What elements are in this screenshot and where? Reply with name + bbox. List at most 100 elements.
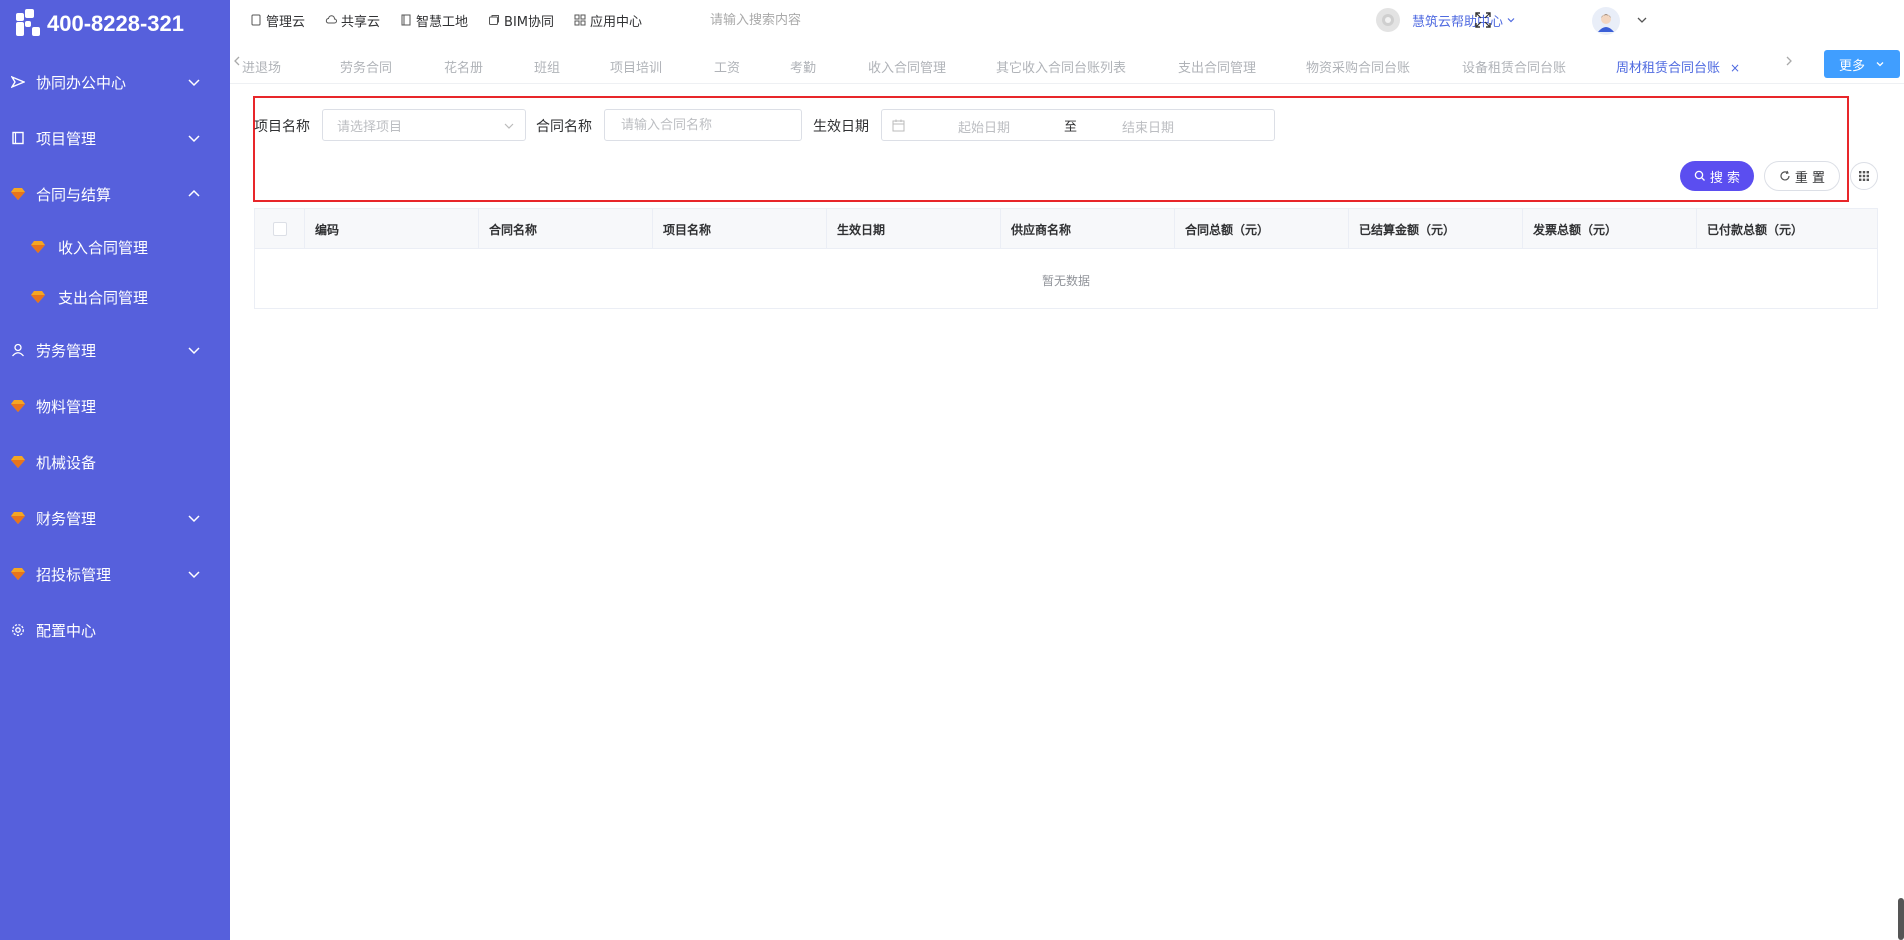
tab-material-purchase-ledger[interactable]: 物资采购合同台账 [1306, 57, 1410, 76]
more-tabs-label: 更多 [1838, 58, 1865, 74]
tab-income-contract[interactable]: 收入合同管理 [868, 57, 946, 76]
sidebar-subitem-label: 收入合同管理 [58, 238, 149, 257]
tab-expense-contract[interactable]: 支出合同管理 [1178, 57, 1256, 76]
tab-other-income-ledger[interactable]: 其它收入合同台账列表 [996, 57, 1126, 76]
sidebar-item-material-mgmt[interactable]: 物料管理 [0, 378, 230, 434]
search-icon [1694, 170, 1705, 181]
search-button[interactable]: 搜 索 [1680, 161, 1754, 191]
sidebar-item-contract-settlement[interactable]: 合同与结算 [0, 166, 230, 222]
column-header-code[interactable]: 编码 [305, 209, 479, 249]
sidebar-item-machinery[interactable]: 机械设备 [0, 434, 230, 490]
user-avatar[interactable] [1592, 7, 1620, 35]
book-icon [10, 130, 26, 146]
top-nav-app-center[interactable]: 应用中心 [574, 11, 642, 30]
sidebar-item-labor-mgmt[interactable]: 劳务管理 [0, 322, 230, 378]
more-tabs-button[interactable]: 更多 [1824, 50, 1900, 78]
tab-salary[interactable]: 工资 [714, 57, 740, 76]
top-nav-label: 应用中心 [590, 14, 643, 30]
gem-icon [30, 239, 46, 255]
date-separator: 至 [1064, 120, 1078, 135]
doc-icon [251, 14, 261, 26]
select-all-checkbox[interactable] [272, 222, 287, 236]
sidebar-item-config-center[interactable]: 配置中心 [0, 602, 230, 658]
sidebar-item-label: 劳务管理 [36, 341, 97, 360]
sidebar-subitem-expense-contract[interactable]: 支出合同管理 [0, 272, 230, 322]
effective-date-range[interactable]: 起始日期 至 结束日期 [881, 109, 1275, 141]
date-end-input[interactable]: 结束日期 [1122, 117, 1174, 136]
tab-entry-exit[interactable]: 进退场 [242, 57, 281, 76]
column-header-supplier-name[interactable]: 供应商名称 [1001, 209, 1175, 249]
column-header-contract-name[interactable]: 合同名称 [479, 209, 653, 249]
tab-roster[interactable]: 花名册 [444, 57, 483, 76]
top-nav-smart-site[interactable]: 智慧工地 [400, 11, 468, 30]
close-icon[interactable]: × [1730, 61, 1740, 75]
chevron-down-icon [1876, 62, 1884, 67]
gem-icon [10, 566, 26, 582]
sidebar-item-label: 配置中心 [36, 621, 97, 640]
sidebar-menu: 协同办公中心 项目管理 合同与结算 收入合同管理 支出合同管理 劳务管理 物料管… [0, 54, 230, 658]
global-search-input[interactable] [708, 6, 1009, 34]
chevron-down-icon[interactable] [1636, 14, 1648, 26]
chevron-down-icon [188, 515, 200, 523]
top-nav-shared-cloud[interactable]: 共享云 [325, 11, 380, 30]
column-header-project-name[interactable]: 项目名称 [653, 209, 827, 249]
sidebar-item-collab-office[interactable]: 协同办公中心 [0, 54, 230, 110]
gem-icon [10, 398, 26, 414]
logo[interactable]: 400-8228-321 [0, 0, 230, 48]
sidebar-item-finance-mgmt[interactable]: 财务管理 [0, 490, 230, 546]
tab-team[interactable]: 班组 [534, 57, 560, 76]
chevron-down-icon [188, 347, 200, 355]
contract-name-field[interactable] [604, 109, 802, 141]
column-header-effective-date[interactable]: 生效日期 [827, 209, 1001, 249]
tab-attendance[interactable]: 考勤 [790, 57, 816, 76]
project-name-label: 项目名称 [254, 119, 310, 135]
contract-name-input[interactable] [619, 116, 801, 134]
tab-equipment-lease-ledger[interactable]: 设备租赁合同台账 [1462, 57, 1566, 76]
column-header-settled-amount[interactable]: 已结算金额（元） [1349, 209, 1523, 249]
logo-text: 400-8228-321 [47, 11, 185, 36]
top-nav-management-cloud[interactable]: 管理云 [250, 11, 305, 30]
sidebar-item-label: 机械设备 [36, 453, 97, 472]
send-icon [10, 74, 26, 90]
sidebar-item-project-mgmt[interactable]: 项目管理 [0, 110, 230, 166]
column-settings-button[interactable] [1850, 162, 1878, 190]
top-nav-label: 智慧工地 [416, 14, 469, 30]
gem-icon [10, 186, 26, 202]
gem-icon [10, 454, 26, 470]
tab-turnover-material-lease-ledger[interactable]: 周材租赁合同台账 × [1616, 57, 1740, 76]
top-nav-label: 管理云 [266, 14, 306, 30]
chevron-right-icon[interactable] [1782, 54, 1796, 68]
tab-labor-contract[interactable]: 劳务合同 [340, 57, 392, 76]
sidebar-item-label: 物料管理 [36, 397, 97, 416]
chevron-down-icon [1507, 18, 1515, 23]
page-scrollbar[interactable] [1898, 898, 1904, 940]
top-nav-label: 共享云 [341, 14, 381, 30]
reset-button[interactable]: 重 置 [1764, 161, 1840, 191]
cloud-icon [325, 15, 337, 24]
grid-icon [1859, 171, 1869, 181]
search-button-label: 搜 索 [1709, 170, 1741, 186]
column-header-contract-total[interactable]: 合同总额（元） [1175, 209, 1349, 249]
tab-bar: 进退场 劳务合同 花名册 班组 项目培训 工资 考勤 收入合同管理 其它收入合同… [230, 48, 1904, 84]
project-select-placeholder: 请选择项目 [337, 119, 403, 135]
sidebar: 400-8228-321 协同办公中心 项目管理 合同与结算 收入合同管理 支出… [0, 0, 230, 940]
chevron-down-icon [188, 79, 200, 87]
top-nav-label: BIM协同 [504, 14, 555, 30]
gear-icon [10, 622, 26, 638]
date-start-input[interactable]: 起始日期 [958, 117, 1010, 136]
column-header-paid-total[interactable]: 已付款总额（元） [1697, 209, 1877, 249]
cube-icon [489, 15, 500, 25]
chevron-down-icon [504, 123, 514, 129]
tab-project-training[interactable]: 项目培训 [610, 57, 662, 76]
table-empty-text: 暂无数据 [1041, 274, 1090, 288]
project-select[interactable]: 请选择项目 [322, 109, 526, 141]
chevron-down-icon [188, 571, 200, 579]
top-nav-bim[interactable]: BIM协同 [488, 11, 554, 30]
sidebar-item-bidding-mgmt[interactable]: 招投标管理 [0, 546, 230, 602]
column-header-invoice-total[interactable]: 发票总额（元） [1523, 209, 1697, 249]
contract-table: 编码 合同名称 项目名称 生效日期 供应商名称 合同总额（元） 已结算金额（元）… [254, 208, 1878, 309]
fullscreen-icon[interactable] [1474, 11, 1492, 29]
sidebar-subitem-income-contract[interactable]: 收入合同管理 [0, 222, 230, 272]
help-center-menu[interactable]: 慧筑云帮助中心 [1376, 8, 1516, 32]
sidebar-item-label: 招投标管理 [36, 565, 112, 584]
